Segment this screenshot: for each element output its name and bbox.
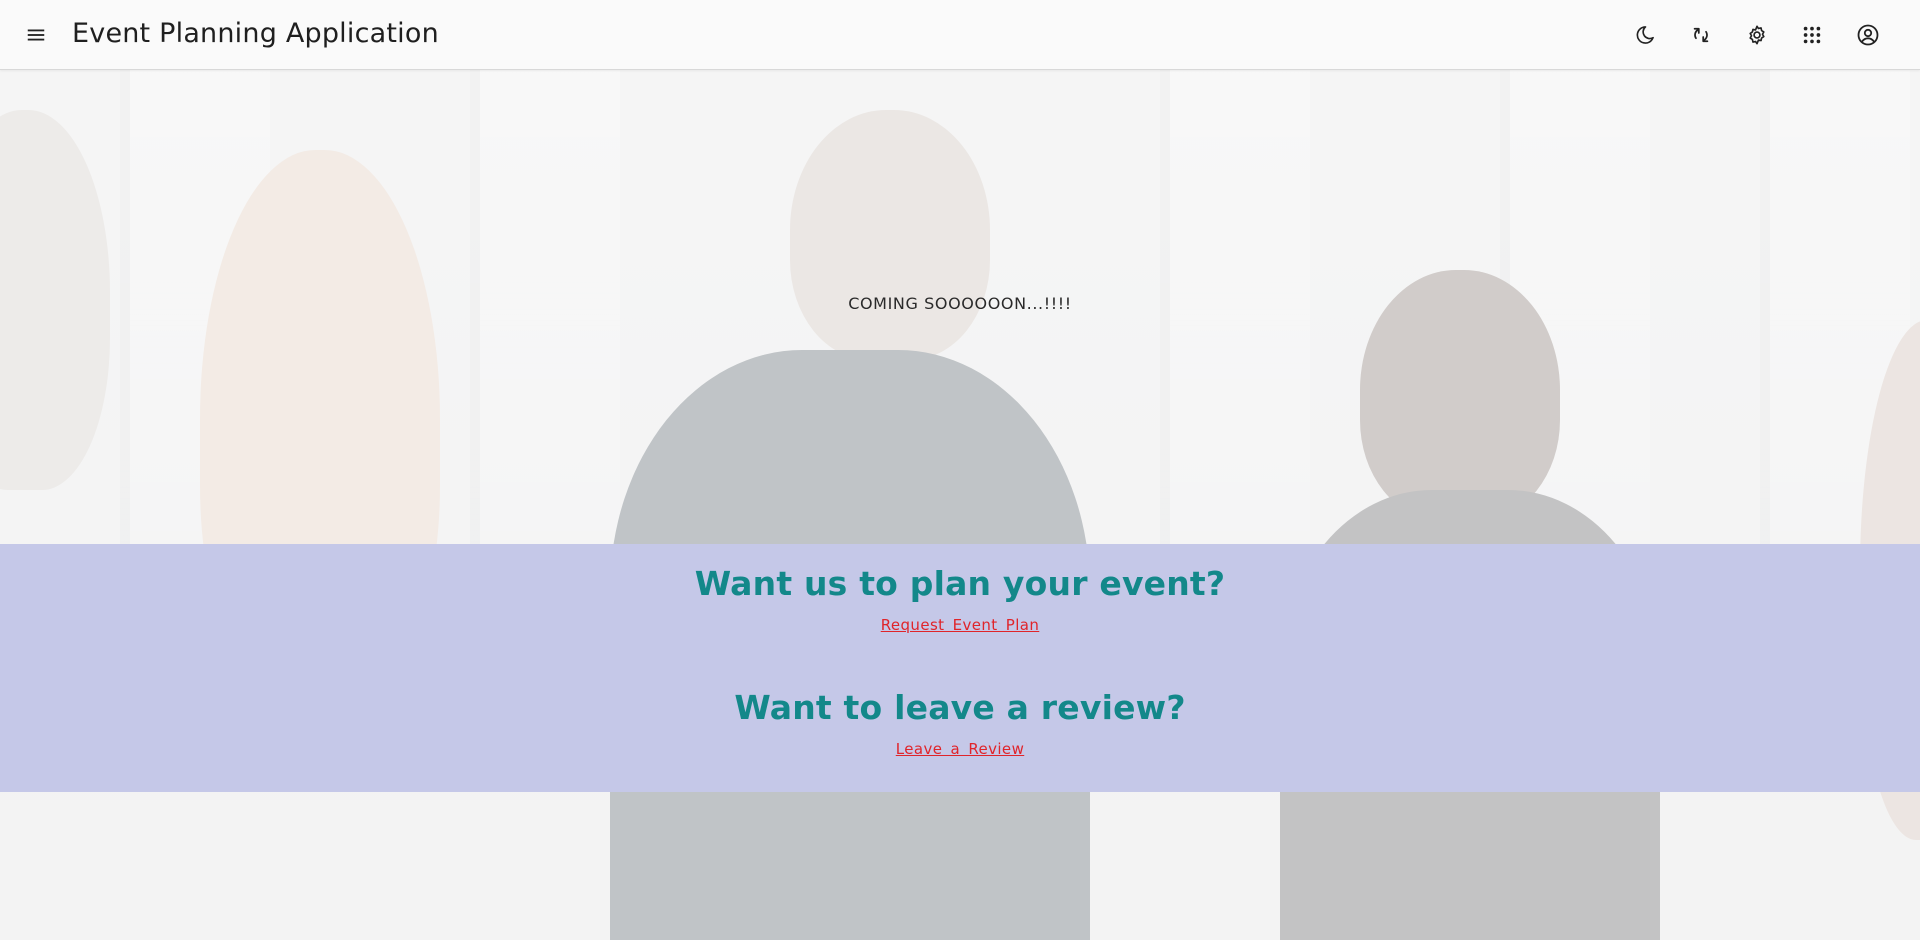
menu-button[interactable] xyxy=(16,15,56,55)
app-title: Event Planning Application xyxy=(72,18,439,49)
refresh-icon xyxy=(1693,27,1709,43)
leave-review-heading: Want to leave a review? xyxy=(734,688,1186,727)
settings-button[interactable] xyxy=(1736,14,1778,56)
refresh-button[interactable] xyxy=(1680,14,1722,56)
apps-grid-icon xyxy=(1803,26,1821,44)
request-event-plan-link[interactable]: Request Event Plan xyxy=(0,616,1920,634)
hero-background-image xyxy=(0,70,1920,940)
account-button[interactable] xyxy=(1847,14,1889,56)
dark-mode-icon xyxy=(1636,26,1654,44)
menu-icon xyxy=(27,29,45,41)
top-app-bar: Event Planning Application xyxy=(0,0,1920,70)
apps-button[interactable] xyxy=(1791,14,1833,56)
dark-mode-button[interactable] xyxy=(1624,14,1666,56)
cta-section: Want us to plan your event? Request Even… xyxy=(0,544,1920,792)
account-circle-icon xyxy=(1857,24,1879,46)
request-event-plan-link-label[interactable]: Request Event Plan xyxy=(881,616,1040,634)
coming-soon-message: COMING SOOOOOON...!!!! xyxy=(848,294,1072,313)
plan-event-heading: Want us to plan your event? xyxy=(694,564,1226,603)
settings-icon xyxy=(1749,25,1765,45)
leave-review-link[interactable]: Leave a Review xyxy=(0,740,1920,758)
leave-review-link-label[interactable]: Leave a Review xyxy=(896,740,1024,758)
